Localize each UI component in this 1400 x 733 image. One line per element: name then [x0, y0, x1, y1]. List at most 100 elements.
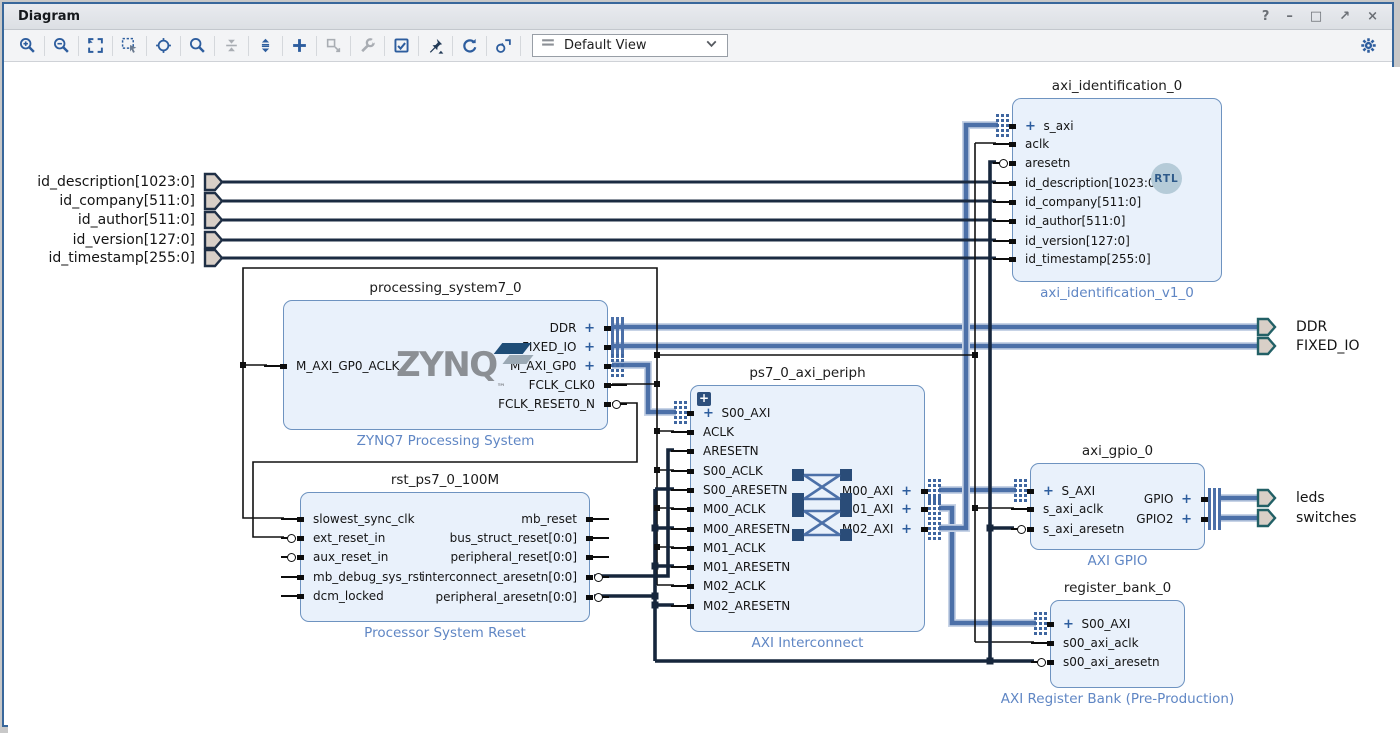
wire-junction — [972, 505, 978, 511]
pin-FCLK_RESET0_N[interactable]: FCLK_RESET0_N — [498, 395, 607, 413]
block-rst_ps7_0_100M[interactable]: rst_ps7_0_100MProcessor System Resetslow… — [300, 492, 590, 622]
pin-label: s_axi — [1044, 119, 1074, 133]
pin-s_axi[interactable]: + s_axi — [1013, 117, 1074, 135]
pin-S_AXI[interactable]: + S_AXI — [1031, 482, 1095, 500]
pin-id_author[511:0][interactable]: id_author[511:0] — [1013, 212, 1125, 230]
pin-tick — [687, 469, 694, 474]
pin-bus_struct_reset[0:0][interactable]: bus_struct_reset[0:0] — [450, 529, 589, 547]
ext-port-id_author[511:0][interactable] — [205, 212, 222, 228]
pin-label: dcm_locked — [313, 589, 384, 603]
pin-tick — [604, 326, 611, 331]
ext-port-leds[interactable] — [1258, 490, 1275, 506]
pin-dcm_locked[interactable]: dcm_locked — [301, 587, 384, 605]
ext-port-id_description[1023:0][interactable] — [205, 174, 222, 190]
ext-port-DDR[interactable] — [1258, 319, 1275, 335]
pin-stub — [281, 537, 288, 539]
ext-port-switches[interactable] — [1258, 510, 1275, 526]
pin-id_company[511:0][interactable]: id_company[511:0] — [1013, 193, 1141, 211]
pin-label: aresetn — [1025, 156, 1070, 170]
ext-port-id_company[511:0][interactable] — [205, 193, 222, 209]
ext-port-FIXED_IO[interactable] — [1258, 338, 1275, 354]
pin-label: s_axi_aresetn — [1043, 522, 1124, 536]
pin-FIXED_IO[interactable]: FIXED_IO + — [522, 338, 607, 356]
pin-id_version[127:0][interactable]: id_version[127:0] — [1013, 232, 1130, 250]
pin-stub — [993, 143, 1010, 145]
interface-plus-icon: + — [1043, 484, 1054, 499]
pin-tick — [687, 449, 694, 454]
pin-M_AXI_GP0_ACLK[interactable]: M_AXI_GP0_ACLK — [284, 357, 399, 375]
pin-M02_AXI[interactable]: M02_AXI + — [842, 520, 924, 538]
block-processing_system7_0[interactable]: processing_system7_0ZYNQ7 Processing Sys… — [283, 300, 608, 430]
wire-junction — [654, 428, 660, 434]
pin-tick — [297, 517, 304, 522]
pin-tick — [687, 507, 694, 512]
ext-port-id_timestamp[255:0][interactable] — [205, 250, 222, 266]
pin-label: DDR — [550, 321, 577, 335]
pin-M01_ARESETN[interactable]: M01_ARESETN — [691, 558, 790, 576]
pin-S00_ARESETN[interactable]: S00_ARESETN — [691, 481, 788, 499]
pin-tick — [687, 488, 694, 493]
pin-label: M00_ARESETN — [703, 522, 790, 536]
interconnect-crossbar-icon — [791, 468, 853, 546]
pin-tick — [1009, 257, 1016, 262]
block-ps7_0_axi_periph[interactable]: ps7_0_axi_periphAXI Interconnect++ S00_A… — [690, 385, 925, 632]
pin-mb_reset[interactable]: mb_reset — [521, 510, 589, 528]
pin-M00_AXI[interactable]: M00_AXI + — [842, 482, 924, 500]
interface-plus-icon: + — [1181, 512, 1192, 527]
pin-M02_ACLK[interactable]: M02_ACLK — [691, 577, 766, 595]
pin-id_description[1023:0][interactable]: id_description[1023:0] — [1013, 174, 1160, 192]
pin-FCLK_CLK0[interactable]: FCLK_CLK0 — [529, 376, 607, 394]
pin-tick — [1201, 497, 1208, 502]
pin-M00_ACLK[interactable]: M00_ACLK — [691, 500, 766, 518]
pin-tick — [1047, 622, 1054, 627]
pin-S00_ACLK[interactable]: S00_ACLK — [691, 462, 763, 480]
pin-s00_axi_aresetn[interactable]: s00_axi_aresetn — [1051, 653, 1160, 671]
pin-ext_reset_in[interactable]: ext_reset_in — [301, 529, 385, 547]
pin-interconnect_aresetn[0:0][interactable]: interconnect_aresetn[0:0] — [421, 568, 589, 586]
block-title: register_bank_0 — [1064, 580, 1171, 596]
pin-peripheral_aresetn[0:0][interactable]: peripheral_aresetn[0:0] — [435, 588, 589, 606]
active-low-icon — [1037, 658, 1046, 667]
pin-tick — [297, 594, 304, 599]
pin-label: ARESETN — [703, 444, 759, 458]
pin-tick — [604, 364, 611, 369]
pin-s_axi_aresetn[interactable]: s_axi_aresetn — [1031, 520, 1124, 538]
pin-aux_reset_in[interactable]: aux_reset_in — [301, 548, 388, 566]
pin-GPIO2[interactable]: GPIO2 + — [1136, 510, 1204, 528]
pin-id_timestamp[255:0][interactable]: id_timestamp[255:0] — [1013, 250, 1151, 268]
pin-s00_axi_aclk[interactable]: s00_axi_aclk — [1051, 634, 1139, 652]
block-axi_gpio_0[interactable]: axi_gpio_0AXI GPIO+ S_AXIs_axi_aclks_axi… — [1030, 463, 1205, 550]
pin-GPIO[interactable]: GPIO + — [1144, 490, 1204, 508]
ext-port-id_version[127:0][interactable] — [205, 232, 222, 248]
wire-junction — [654, 352, 660, 358]
wire-periph-aresetn-right-trunk[interactable] — [990, 162, 996, 661]
pin-M02_ARESETN[interactable]: M02_ARESETN — [691, 597, 790, 615]
interface-plus-icon: + — [703, 406, 714, 421]
pin-aclk[interactable]: aclk — [1013, 135, 1049, 153]
pin-DDR[interactable]: DDR + — [550, 319, 607, 337]
pin-label: id_author[511:0] — [1025, 214, 1125, 228]
ext-port-label: id_timestamp[255:0] — [10, 249, 195, 267]
block-title: ps7_0_axi_periph — [749, 365, 865, 381]
block-axi_identification_0[interactable]: axi_identification_0axi_identification_v… — [1012, 98, 1222, 282]
pin-S00_AXI[interactable]: + S00_AXI — [691, 404, 770, 422]
pin-M01_ACLK[interactable]: M01_ACLK — [691, 539, 766, 557]
block-subtitle: AXI GPIO — [1088, 553, 1148, 569]
pin-tick — [1009, 124, 1016, 129]
pin-peripheral_reset[0:0][interactable]: peripheral_reset[0:0] — [450, 548, 589, 566]
pin-aresetn[interactable]: aresetn — [1013, 154, 1070, 172]
pin-ACLK[interactable]: ACLK — [691, 423, 734, 441]
pin-label: GPIO2 — [1136, 512, 1173, 526]
pin-tick — [586, 595, 593, 600]
pin-tick — [921, 507, 928, 512]
pin-mb_debug_sys_rst[interactable]: mb_debug_sys_rst — [301, 568, 424, 586]
pin-S00_AXI[interactable]: + S00_AXI — [1051, 615, 1130, 633]
pin-M00_ARESETN[interactable]: M00_ARESETN — [691, 520, 790, 538]
interface-marker-dots — [674, 401, 687, 430]
pin-M01_AXI[interactable]: M01_AXI + — [842, 500, 924, 518]
pin-ARESETN[interactable]: ARESETN — [691, 442, 759, 460]
pin-slowest_sync_clk[interactable]: slowest_sync_clk — [301, 510, 415, 528]
pin-s_axi_aclk[interactable]: s_axi_aclk — [1031, 500, 1103, 518]
pin-stub — [671, 489, 688, 491]
block-register_bank_0[interactable]: register_bank_0AXI Register Bank (Pre-Pr… — [1050, 600, 1185, 688]
